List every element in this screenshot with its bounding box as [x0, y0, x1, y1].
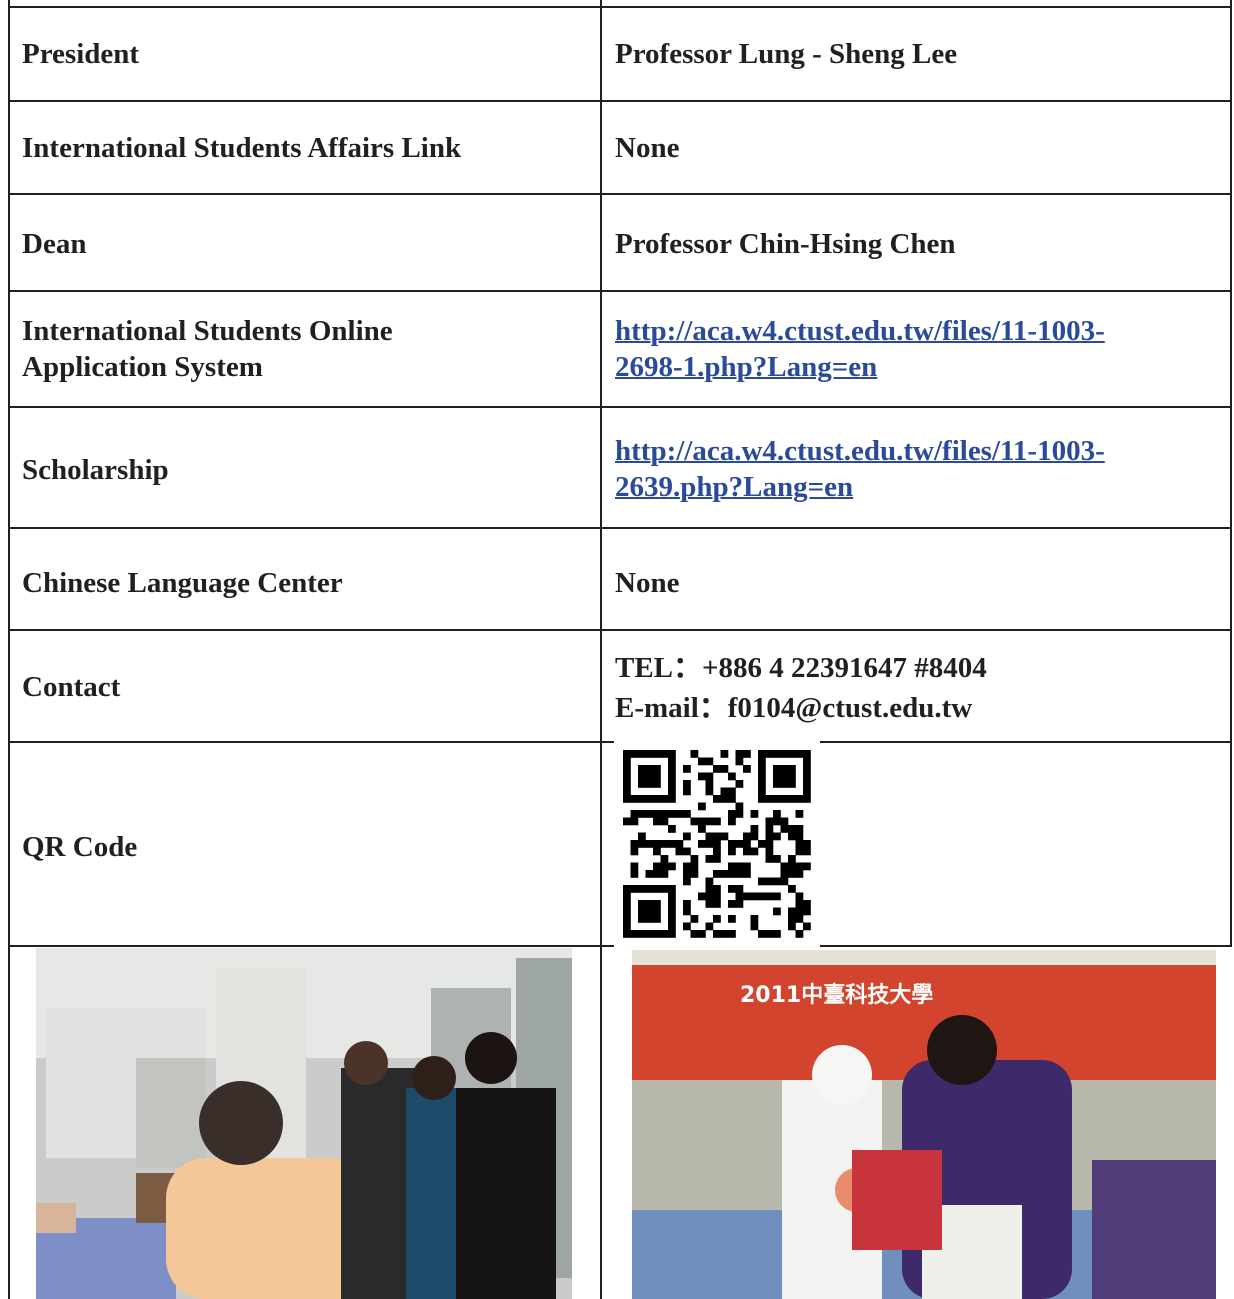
scholarship-link-line1[interactable]: http://aca.w4.ctust.edu.tw/files/11-1003… [615, 435, 1105, 467]
row-divider [8, 6, 1232, 8]
photo-classroom-image [36, 948, 572, 1299]
qr-code-label: QR Code [22, 831, 138, 863]
chinese-language-center-label: Chinese Language Center [22, 567, 343, 599]
president-label: President [22, 38, 140, 70]
online-application-label-line2: Application System [22, 351, 263, 383]
photo-volunteer-image: 2011中臺科技大學 [632, 950, 1216, 1299]
dean-label: Dean [22, 228, 87, 260]
chinese-language-center-value: None [615, 567, 680, 599]
scholarship-link-line2[interactable]: 2639.php?Lang=en [615, 471, 853, 503]
banner-text: 2011中臺科技大學 [740, 982, 933, 1008]
online-application-link-line1[interactable]: http://aca.w4.ctust.edu.tw/files/11-1003… [615, 315, 1105, 347]
contact-tel: TEL：+886 4 22391647 #8404 [615, 652, 987, 684]
row-divider [8, 290, 1232, 292]
qr-code-image[interactable] [614, 741, 820, 947]
online-application-link[interactable]: http://aca.w4.ctust.edu.tw/files/11-1003… [615, 313, 1105, 385]
scholarship-link[interactable]: http://aca.w4.ctust.edu.tw/files/11-1003… [615, 433, 1105, 505]
contact-email: E-mail：f0104@ctust.edu.tw [615, 692, 973, 724]
isa-link-label: International Students Affairs Link [22, 132, 462, 164]
photo-volunteer-event: 2011中臺科技大學 [632, 950, 1216, 1299]
contact-value: TEL：+886 4 22391647 #8404 E-mail：f0104@c… [615, 648, 987, 728]
online-application-label: International Students Online Applicatio… [22, 313, 393, 385]
contact-label: Contact [22, 671, 121, 703]
president-value: Professor Lung - Sheng Lee [615, 38, 958, 70]
table-border-right [1230, 0, 1232, 945]
isa-link-value: None [615, 132, 680, 164]
row-divider [8, 193, 1232, 195]
online-application-label-line1: International Students Online [22, 315, 393, 347]
dean-value: Professor Chin-Hsing Chen [615, 228, 956, 260]
row-divider [8, 629, 1232, 631]
qr-code-icon [614, 741, 820, 947]
row-divider [8, 527, 1232, 529]
online-application-link-line2[interactable]: 2698-1.php?Lang=en [615, 351, 877, 383]
scholarship-label: Scholarship [22, 454, 169, 486]
row-divider [8, 100, 1232, 102]
photo-classroom [36, 948, 572, 1299]
row-divider [8, 406, 1232, 408]
